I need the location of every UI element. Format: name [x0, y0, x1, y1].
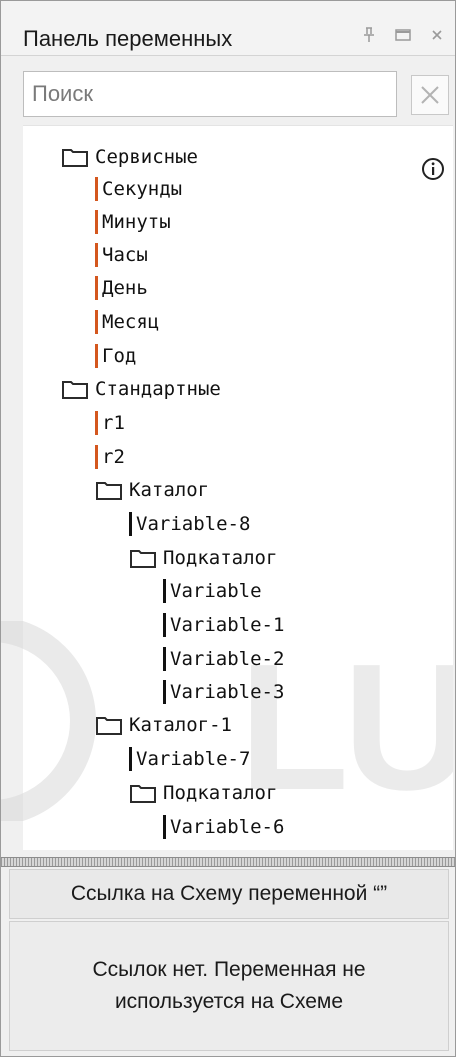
references-empty-line1: Ссылок нет. Переменная не: [92, 958, 366, 981]
service-var-marker: [95, 310, 98, 334]
tree-node-label: Каталог-1: [129, 714, 232, 736]
tree-node-label: Variable-3: [170, 681, 285, 703]
tree-var-variable[interactable]: Variable: [163, 575, 262, 607]
tree-var-minuty[interactable]: Минуты: [95, 206, 171, 238]
service-var-marker: [95, 177, 98, 201]
tree-node-label: Каталог: [129, 479, 210, 501]
tree-var-variable-7[interactable]: Variable-7: [129, 743, 250, 775]
tree-node-label: Variable: [170, 580, 262, 602]
search-box: [23, 71, 397, 117]
variables-tree: [23, 125, 453, 850]
tree-node-label: Variable-2: [170, 648, 285, 670]
tree-folder-katalog-1[interactable]: Каталог-1: [95, 709, 232, 741]
service-var-marker: [95, 445, 98, 469]
tree-var-den[interactable]: День: [95, 272, 148, 304]
tree-var-god[interactable]: Год: [95, 340, 136, 372]
tree-node-label: r1: [102, 412, 125, 434]
close-icon[interactable]: [425, 23, 449, 47]
search-input[interactable]: [24, 72, 396, 116]
folder-icon: [96, 482, 122, 500]
var-marker: [129, 512, 132, 536]
tree-node-label: Стандартные: [95, 378, 221, 400]
tree-var-variable-3[interactable]: Variable-3: [163, 676, 284, 708]
tree-node-label: Сервисные: [95, 146, 198, 168]
panel-titlebar: Панель переменных: [1, 1, 455, 56]
service-var-marker: [95, 276, 98, 300]
tree-node-label: Месяц: [102, 311, 160, 333]
var-marker: [163, 647, 166, 671]
tree-node-label: Минуты: [102, 211, 171, 233]
folder-icon: [130, 785, 156, 803]
tree-node-label: Подкаталог: [163, 547, 278, 569]
panel-splitter[interactable]: [1, 857, 455, 867]
var-marker: [163, 815, 166, 839]
info-button[interactable]: [413, 149, 453, 189]
tree-node-label: Подкаталог: [163, 782, 278, 804]
var-marker: [163, 579, 166, 603]
tree-var-r2[interactable]: r2: [95, 441, 125, 473]
window-icon[interactable]: [391, 23, 415, 47]
tree-node-label: День: [102, 277, 148, 299]
tree-node-label: Часы: [102, 244, 148, 266]
tree-node-label: Variable-1: [170, 614, 285, 636]
service-var-marker: [95, 344, 98, 368]
folder-icon: [62, 381, 88, 399]
var-marker: [129, 747, 132, 771]
tree-node-label: Секунды: [102, 178, 183, 200]
tree-node-label: Variable-7: [136, 748, 251, 770]
tree-var-variable-6[interactable]: Variable-6: [163, 811, 284, 843]
references-title: Ссылка на Схему переменной “”: [70, 882, 388, 905]
variables-panel: Панель переменных LUND Сервисные: [0, 0, 456, 1057]
var-marker: [163, 680, 166, 704]
info-circle-icon: [422, 158, 444, 180]
tree-folder-podkatalog[interactable]: Подкаталог: [129, 542, 277, 574]
tree-node-label: Variable-8: [136, 513, 251, 535]
tree-node-label: r2: [102, 446, 125, 468]
tree-node-label: Год: [102, 345, 137, 367]
tree-var-variable-1[interactable]: Variable-1: [163, 609, 284, 641]
references-body: Ссылок нет. Переменная не используется н…: [9, 921, 449, 1051]
clear-x-icon: [421, 86, 439, 104]
clear-search-button[interactable]: [411, 75, 449, 115]
tree-var-variable-2[interactable]: Variable-2: [163, 643, 284, 675]
tree-var-mesyats[interactable]: Месяц: [95, 306, 159, 338]
pin-icon[interactable]: [357, 23, 381, 47]
tree-var-sekundy[interactable]: Секунды: [95, 173, 182, 205]
tree-var-variable-8[interactable]: Variable-8: [129, 508, 250, 540]
folder-icon: [62, 149, 88, 167]
tree-folder-servisnye[interactable]: Сервисные: [61, 141, 198, 173]
tree-node-label: Variable-6: [170, 816, 285, 838]
panel-title: Панель переменных: [23, 26, 233, 51]
service-var-marker: [95, 411, 98, 435]
tree-folder-katalog[interactable]: Каталог: [95, 474, 209, 506]
var-marker: [163, 613, 166, 637]
references-header: Ссылка на Схему переменной “”: [9, 869, 449, 919]
service-var-marker: [95, 210, 98, 234]
service-var-marker: [95, 243, 98, 267]
folder-icon: [96, 717, 122, 735]
tree-folder-podkatalog-2[interactable]: Подкаталог: [129, 777, 277, 809]
references-empty-line2: используется на Схеме: [114, 990, 344, 1013]
tree-var-chasy[interactable]: Часы: [95, 239, 148, 271]
tree-var-r1[interactable]: r1: [95, 407, 125, 439]
tree-folder-standartnye[interactable]: Стандартные: [61, 373, 221, 405]
folder-icon: [130, 550, 156, 568]
